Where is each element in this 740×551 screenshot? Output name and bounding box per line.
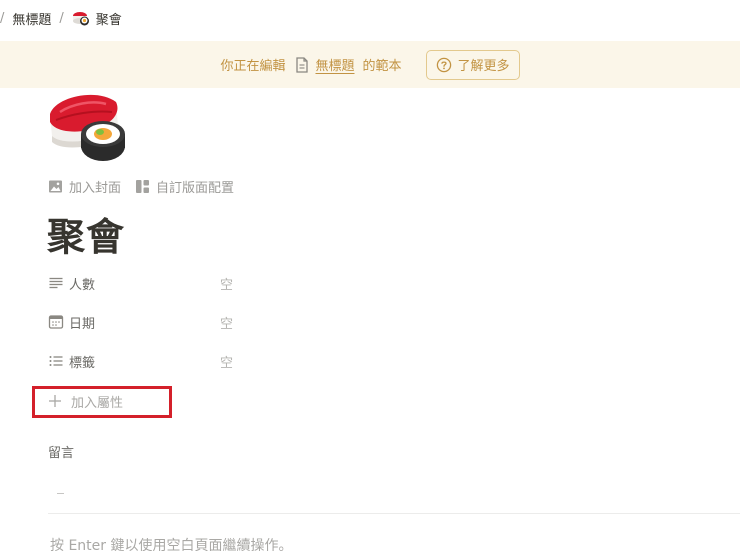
add-cover-label: 加入封面 (69, 181, 122, 196)
breadcrumb-current[interactable]: 聚會 (72, 9, 122, 28)
page-actions: 加入封面 自訂版面配置 (48, 177, 248, 196)
breadcrumb-separator: / (0, 10, 5, 26)
property-name[interactable]: 日期 (48, 313, 220, 332)
document-icon (296, 56, 309, 73)
breadcrumb: / 無標題 / 聚會 (0, 7, 122, 29)
divider (48, 513, 740, 514)
sushi-icon[interactable] (46, 88, 128, 166)
breadcrumb-parent[interactable]: 無標題 (12, 9, 51, 28)
property-label: 日期 (69, 316, 96, 332)
page-title[interactable]: 聚會 (47, 206, 125, 261)
list-icon (49, 356, 63, 366)
customize-layout-button[interactable]: 自訂版面配置 (135, 177, 234, 196)
property-row: 標籤 空 (48, 348, 233, 374)
comments-label: 留言 (48, 446, 75, 461)
property-label: 人數 (69, 277, 96, 293)
banner-template-link[interactable]: 無標題 (315, 55, 354, 74)
learn-more-button[interactable]: 了解更多 (425, 49, 520, 80)
property-name[interactable]: 標籤 (48, 352, 220, 371)
property-label: 標籤 (69, 355, 96, 371)
property-value[interactable]: 空 (220, 274, 233, 293)
calendar-icon (48, 315, 64, 329)
empty-page-hint[interactable]: 按 Enter 鍵以使用空白頁面繼續操作。 (50, 535, 292, 551)
property-value[interactable]: 空 (220, 313, 233, 332)
banner-prefix: 你正在編輯 (220, 59, 286, 74)
sushi-icon (72, 12, 89, 26)
image-icon (49, 180, 62, 193)
property-row: 日期 空 (48, 309, 233, 335)
comment-input-stub[interactable] (57, 493, 64, 494)
template-banner: 你正在編輯 無標題 的範本 了解更多 (0, 41, 740, 88)
add-cover-button[interactable]: 加入封面 (48, 177, 121, 196)
layout-icon (136, 180, 150, 193)
customize-layout-label: 自訂版面配置 (156, 181, 235, 196)
property-name[interactable]: 人數 (48, 274, 220, 293)
property-row: 人數 空 (48, 270, 233, 296)
banner-suffix: 的範本 (362, 59, 402, 74)
highlight-box (32, 386, 172, 418)
text-lines-icon (49, 277, 63, 289)
question-circle-icon (436, 57, 451, 72)
breadcrumb-separator: / (59, 10, 64, 26)
property-value[interactable]: 空 (220, 352, 233, 371)
learn-more-label: 了解更多 (457, 59, 510, 74)
breadcrumb-current-label: 聚會 (95, 12, 122, 28)
